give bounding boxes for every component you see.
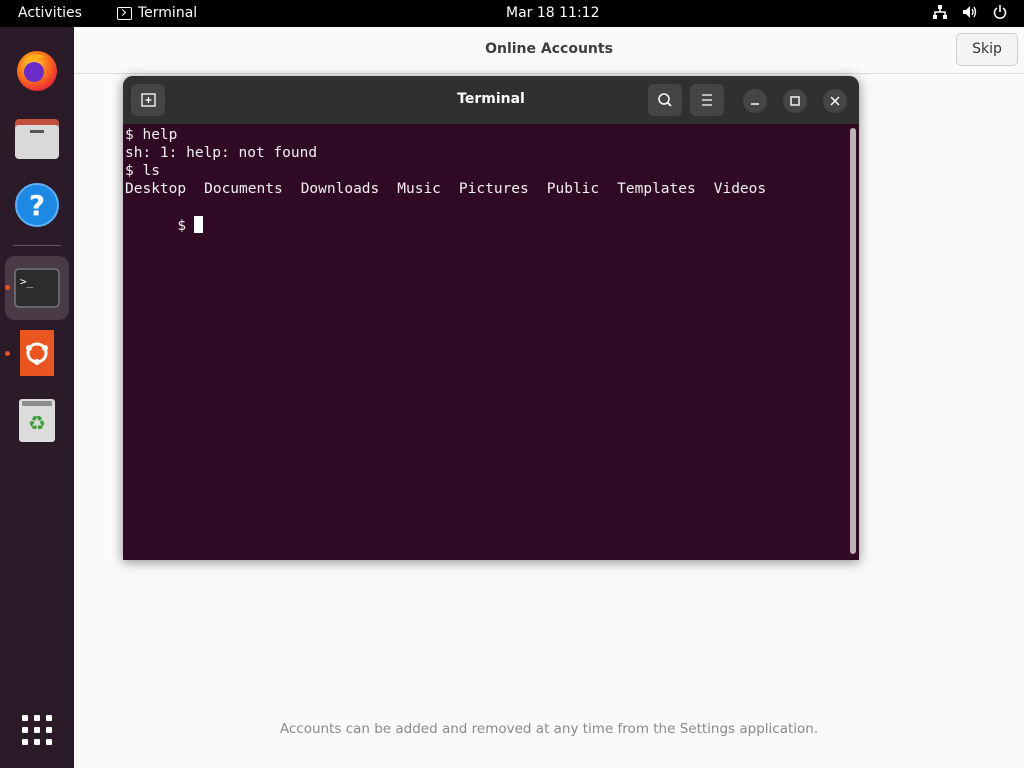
app-menu-label: Terminal xyxy=(138,5,198,21)
window-title: Online Accounts xyxy=(485,41,613,57)
app-menu[interactable]: Terminal xyxy=(117,5,197,21)
files-icon xyxy=(15,119,59,159)
dock: ? >_ ♻ xyxy=(0,27,74,768)
ls-entry: Music xyxy=(397,181,441,197)
terminal-line: $ help xyxy=(125,127,178,143)
dock-item-trash[interactable]: ♻ xyxy=(14,397,60,443)
ls-entry: Desktop xyxy=(125,181,187,197)
grid-icon xyxy=(22,715,52,745)
top-bar: Activities Terminal Mar 18 11:12 xyxy=(0,0,1024,27)
ls-entry: Downloads xyxy=(300,181,380,197)
clock[interactable]: Mar 18 11:12 xyxy=(506,5,599,21)
show-applications-button[interactable] xyxy=(14,707,60,753)
terminal-line: $ ls xyxy=(125,163,160,179)
footer-hint: Accounts can be added and removed at any… xyxy=(279,721,819,737)
ls-entry: Public xyxy=(546,181,600,197)
skip-button[interactable]: Skip xyxy=(956,33,1018,66)
system-tray[interactable] xyxy=(932,4,1008,20)
network-icon[interactable] xyxy=(932,4,948,20)
window-header: Online Accounts Skip xyxy=(74,27,1024,74)
maximize-button[interactable] xyxy=(783,89,807,113)
terminal-output[interactable]: $ help sh: 1: help: not found $ ls Deskt… xyxy=(123,124,859,560)
trash-icon: ♻ xyxy=(19,399,55,442)
ubuntu-icon xyxy=(20,330,54,376)
volume-icon[interactable] xyxy=(962,4,978,20)
search-button[interactable] xyxy=(648,84,682,116)
activities-button[interactable]: Activities xyxy=(18,5,82,21)
menu-button[interactable] xyxy=(690,84,724,116)
dock-item-ubuntu-software[interactable] xyxy=(14,330,60,376)
ls-output: Desktop Documents Downloads Music Pictur… xyxy=(125,180,857,198)
minimize-icon xyxy=(751,103,759,105)
help-icon: ? xyxy=(15,183,59,227)
text-cursor xyxy=(194,216,204,233)
maximize-icon xyxy=(790,96,800,106)
ls-entry: Documents xyxy=(204,181,283,197)
ls-entry: Templates xyxy=(617,181,696,197)
dock-item-files[interactable] xyxy=(14,116,60,162)
terminal-header[interactable]: Terminal xyxy=(123,76,859,124)
svg-text:♻: ♻ xyxy=(28,411,46,435)
ls-entry: Pictures xyxy=(458,181,529,197)
dock-item-help[interactable]: ? xyxy=(14,182,60,228)
hamburger-icon xyxy=(702,94,712,106)
running-indicator xyxy=(5,285,10,290)
scrollbar[interactable] xyxy=(850,128,856,554)
firefox-icon xyxy=(17,51,57,91)
search-icon xyxy=(658,93,672,107)
terminal-line: sh: 1: help: not found xyxy=(125,145,318,161)
close-icon xyxy=(830,96,840,106)
prompt-line[interactable]: $ xyxy=(125,198,857,234)
prompt: $ xyxy=(177,218,187,234)
svg-text:?: ? xyxy=(29,189,45,222)
dock-separator xyxy=(13,245,61,246)
running-indicator xyxy=(5,351,10,356)
dock-item-terminal[interactable]: >_ xyxy=(14,265,60,311)
dock-item-firefox[interactable] xyxy=(14,47,60,93)
ls-entry: Videos xyxy=(713,181,767,197)
terminal-window[interactable]: Terminal $ help sh: 1: help: not found $… xyxy=(123,76,859,560)
power-icon[interactable] xyxy=(992,4,1008,20)
close-button[interactable] xyxy=(823,89,847,113)
minimize-button[interactable] xyxy=(743,89,767,113)
terminal-icon: >_ xyxy=(14,268,60,308)
terminal-icon xyxy=(117,6,132,20)
svg-text:>_: >_ xyxy=(20,275,34,288)
